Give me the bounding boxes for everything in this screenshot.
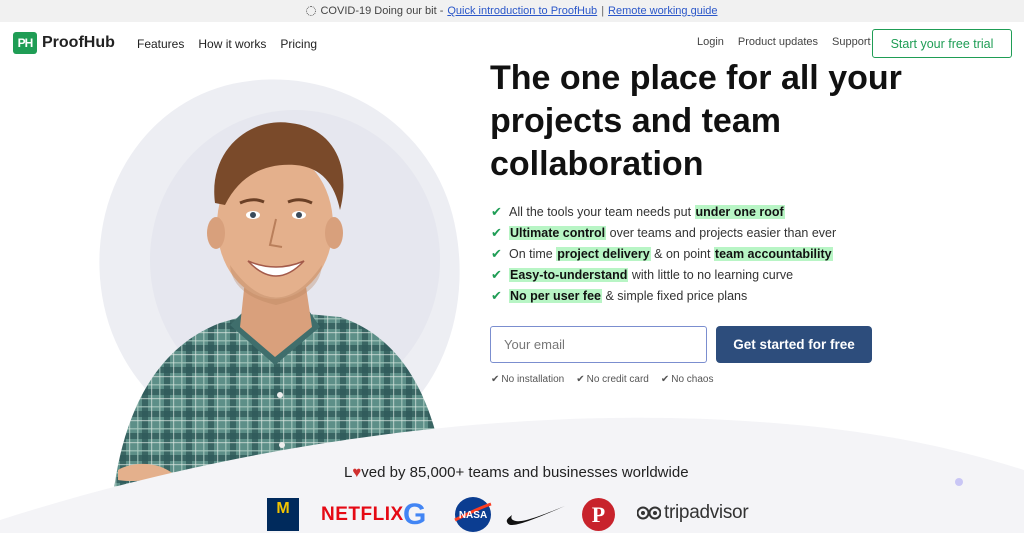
nav-product-updates[interactable]: Product updates: [738, 36, 818, 48]
feature-text: No per user fee & simple fixed price pla…: [509, 288, 748, 303]
announcement-text: COVID-19 Doing our bit -: [320, 5, 444, 17]
check-icon: ✔: [491, 266, 502, 282]
virus-icon: [306, 6, 317, 16]
nav-how-it-works[interactable]: How it works: [198, 37, 266, 51]
perk-item: ✔ No credit card: [576, 374, 649, 385]
check-icon: ✔: [576, 374, 585, 385]
logo[interactable]: PH ProofHub: [13, 32, 115, 54]
feature-text: All the tools your team needs put under …: [509, 204, 785, 219]
social-proof-heading: L♥ved by 85,000+ teams and businesses wo…: [344, 464, 689, 481]
check-icon: ✔: [660, 374, 670, 385]
feature-item: ✔ All the tools your team needs put under…: [491, 201, 836, 222]
get-started-button[interactable]: Get started for free: [716, 326, 872, 363]
feature-item: ✔ Easy-to-understand with little to no le…: [491, 264, 836, 285]
announcement-bar: COVID-19 Doing our bit - Quick introduct…: [0, 0, 1024, 22]
feature-text: On time project delivery & on point team…: [509, 246, 833, 261]
start-free-trial-button[interactable]: Start your free trial: [872, 29, 1012, 58]
nav-pricing[interactable]: Pricing: [280, 37, 317, 51]
feature-item: ✔ On time project delivery & on point tea…: [491, 243, 836, 264]
client-logos: M NETFLIX G NASA P tripadvisor: [267, 496, 767, 533]
tripadvisor-logo: tripadvisor: [637, 502, 749, 524]
check-icon: ✔: [491, 203, 502, 219]
logo-text: ProofHub: [42, 34, 115, 51]
perk-item: ✔ No chaos: [660, 374, 714, 385]
feature-text: Ultimate control over teams and projects…: [509, 225, 837, 240]
logo-mark-icon: PH: [13, 32, 37, 54]
intro-link[interactable]: Quick introduction to ProofHub: [447, 5, 597, 17]
check-icon: ✔: [491, 287, 502, 303]
michigan-logo: M: [267, 498, 299, 531]
check-icon: ✔: [491, 374, 500, 385]
email-input[interactable]: [490, 326, 707, 363]
feature-item: ✔ Ultimate control over teams and project…: [491, 222, 836, 243]
secondary-menu: Login Product updates Support: [697, 36, 871, 48]
decorative-dot: [955, 478, 963, 486]
hero-headline: The one place for all your projects and …: [490, 59, 902, 183]
nav-support[interactable]: Support: [832, 36, 871, 48]
nav-features[interactable]: Features: [137, 37, 184, 51]
check-icon: ✔: [491, 245, 502, 261]
nav-login[interactable]: Login: [697, 36, 724, 48]
remote-guide-link[interactable]: Remote working guide: [608, 5, 717, 17]
feature-item: ✔ No per user fee & simple fixed price pl…: [491, 285, 836, 306]
nike-logo: [506, 506, 565, 525]
svg-text:NASA: NASA: [459, 510, 487, 521]
pinterest-logo: P: [582, 498, 615, 531]
google-logo: G: [403, 498, 427, 531]
feature-list: ✔ All the tools your team needs put under…: [491, 201, 836, 306]
check-icon: ✔: [491, 224, 502, 240]
perks-row: ✔ No installation ✔ No credit card ✔ No cha…: [491, 374, 713, 385]
tripadvisor-owl-icon: [637, 506, 661, 520]
netflix-logo: NETFLIX: [321, 504, 404, 525]
nasa-logo: NASA: [454, 497, 492, 532]
feature-text: Easy-to-understand with little to no lea…: [509, 267, 794, 282]
perk-item: ✔ No installation: [491, 374, 565, 385]
primary-menu: Features How it works Pricing: [137, 37, 317, 51]
announcement-separator: |: [601, 5, 605, 17]
heart-icon: ♥: [352, 464, 362, 481]
